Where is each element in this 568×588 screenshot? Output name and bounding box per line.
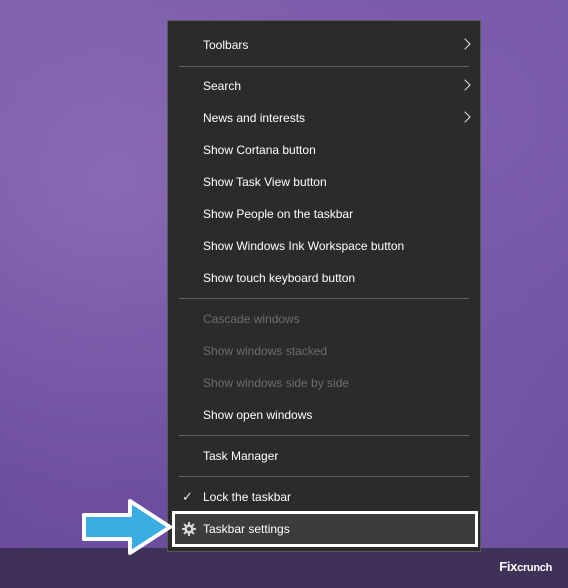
- chevron-right-icon: [459, 79, 471, 91]
- menu-item-toolbars[interactable]: Toolbars: [168, 29, 480, 61]
- menu-item-show-windows-side-by-side: Show windows side by side: [168, 367, 480, 399]
- menu-item-label: Cascade windows: [203, 312, 300, 326]
- brand-watermark: Fixcrunch: [499, 559, 552, 574]
- menu-item-news-and-interests[interactable]: News and interests: [168, 102, 480, 134]
- menu-item-label: Show Cortana button: [203, 143, 316, 157]
- menu-item-show-people[interactable]: Show People on the taskbar: [168, 198, 480, 230]
- menu-separator: [179, 476, 469, 477]
- menu-item-task-manager[interactable]: Task Manager: [168, 440, 480, 472]
- menu-item-label: Show windows stacked: [203, 344, 328, 358]
- checkmark-icon: ✓: [182, 489, 193, 504]
- gear-icon: [182, 522, 196, 536]
- chevron-right-icon: [459, 38, 471, 50]
- menu-separator: [179, 298, 469, 299]
- menu-item-label: Show touch keyboard button: [203, 271, 356, 285]
- menu-item-label: Show People on the taskbar: [203, 207, 354, 221]
- menu-item-label: Taskbar settings: [203, 522, 290, 536]
- menu-item-show-ink-workspace[interactable]: Show Windows Ink Workspace button: [168, 230, 480, 262]
- menu-item-taskbar-settings[interactable]: Taskbar settings: [168, 513, 480, 545]
- menu-item-show-task-view-button[interactable]: Show Task View button: [168, 166, 480, 198]
- menu-item-label: Lock the taskbar: [203, 490, 292, 504]
- menu-item-show-windows-stacked: Show windows stacked: [168, 335, 480, 367]
- menu-item-label: Task Manager: [203, 449, 279, 463]
- brand-suffix: crunch: [517, 562, 552, 574]
- menu-item-label: Show open windows: [203, 408, 313, 422]
- menu-item-label: Search: [203, 79, 242, 93]
- menu-item-search[interactable]: Search: [168, 70, 480, 102]
- menu-item-show-touch-keyboard[interactable]: Show touch keyboard button: [168, 262, 480, 294]
- arrow-right-icon: [82, 499, 172, 555]
- menu-separator: [179, 66, 469, 67]
- menu-item-show-cortana-button[interactable]: Show Cortana button: [168, 134, 480, 166]
- menu-item-lock-the-taskbar[interactable]: ✓ Lock the taskbar: [168, 481, 480, 513]
- menu-item-cascade-windows: Cascade windows: [168, 303, 480, 335]
- menu-item-label: Show Task View button: [203, 175, 327, 189]
- menu-item-label: Show windows side by side: [203, 376, 350, 390]
- menu-item-label: News and interests: [203, 111, 306, 125]
- menu-separator: [179, 435, 469, 436]
- chevron-right-icon: [459, 111, 471, 123]
- menu-item-label: Toolbars: [203, 38, 249, 52]
- taskbar-context-menu: Toolbars Search News and interests Show …: [167, 20, 481, 552]
- menu-item-label: Show Windows Ink Workspace button: [203, 239, 405, 253]
- menu-item-show-open-windows[interactable]: Show open windows: [168, 399, 480, 431]
- brand-prefix: Fix: [499, 559, 518, 574]
